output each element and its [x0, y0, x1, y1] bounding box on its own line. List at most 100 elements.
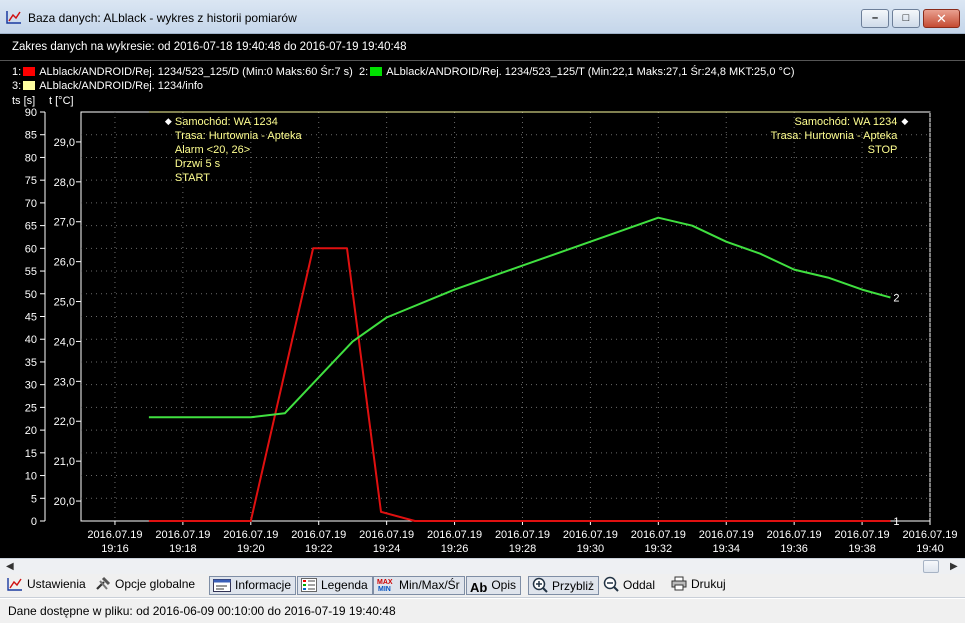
- svg-text:MAX: MAX: [377, 579, 393, 586]
- zoom-out-icon: [603, 576, 619, 592]
- x-axis-date-label: 2016.07.19: [902, 529, 957, 541]
- left-axis-tick-label: 15: [25, 448, 37, 460]
- x-axis-date-label: 2016.07.19: [835, 529, 890, 541]
- scroll-right-icon[interactable]: ▶: [950, 561, 958, 572]
- x-axis-date-label: 2016.07.19: [631, 529, 686, 541]
- settings-label: Ustawienia: [27, 577, 86, 591]
- start-annotation-line: START: [175, 172, 210, 184]
- x-axis-date-label: 2016.07.19: [87, 529, 142, 541]
- left-axis-tick-label: 45: [25, 312, 37, 324]
- left-axis-tick-label: 90: [25, 107, 37, 119]
- x-axis-date-label: 2016.07.19: [563, 529, 618, 541]
- x-axis-time-label: 19:30: [577, 543, 605, 555]
- minimize-button[interactable]: –: [861, 9, 889, 28]
- tools-icon: [96, 576, 111, 590]
- text-ab-icon: Ab: [470, 580, 488, 595]
- status-text: Dane dostępne w pliku: od 2016-06-09 00:…: [8, 604, 396, 618]
- right-axis-tick-label: 23,0: [54, 376, 75, 388]
- right-axis-tick-label: 28,0: [54, 177, 75, 189]
- left-axis-tick-label: 50: [25, 289, 37, 301]
- x-axis-date-label: 2016.07.19: [495, 529, 550, 541]
- x-axis-time-label: 19:36: [780, 543, 808, 555]
- start-annotation-line: Alarm <20, 26>: [175, 144, 250, 156]
- series-1-line: [148, 247, 891, 522]
- left-axis-tick-label: 65: [25, 221, 37, 233]
- left-axis-tick-label: 30: [25, 380, 37, 392]
- x-axis-date-label: 2016.07.19: [291, 529, 346, 541]
- info-label: Informacje: [235, 578, 292, 592]
- minmax-button[interactable]: MAX MIN Min/Max/Śr: [373, 576, 465, 595]
- minimize-icon: –: [871, 12, 879, 24]
- minmax-icon: MAXMIN: [377, 579, 393, 592]
- right-axis-tick-label: 24,0: [54, 336, 75, 348]
- x-axis-time-label: 19:22: [305, 543, 333, 555]
- horizontal-scrollbar[interactable]: ◀ ▶: [0, 558, 965, 574]
- svg-text:MIN: MIN: [378, 586, 391, 592]
- x-axis-time-label: 19:32: [645, 543, 673, 555]
- close-button[interactable]: ✕: [923, 9, 960, 28]
- x-axis-date-label: 2016.07.19: [359, 529, 414, 541]
- maximize-button[interactable]: □: [892, 9, 920, 28]
- settings-button[interactable]: Ustawienia: [4, 576, 90, 595]
- window-title: Baza danych: ALblack - wykres z historii…: [28, 11, 297, 25]
- x-axis-time-label: 19:18: [169, 543, 197, 555]
- x-axis-date-label: 2016.07.19: [223, 529, 278, 541]
- left-axis-tick-label: 5: [31, 493, 37, 505]
- series-end-label: 1: [893, 516, 899, 528]
- stop-annotation-line: Trasa: Hurtownia - Apteka: [771, 130, 899, 142]
- global-options-button[interactable]: Opcje globalne: [92, 576, 199, 595]
- left-axis-tick-label: 80: [25, 152, 37, 164]
- x-axis-time-label: 19:28: [509, 543, 537, 555]
- left-axis-tick-label: 35: [25, 357, 37, 369]
- x-axis-date-label: 2016.07.19: [155, 529, 210, 541]
- right-axis-tick-label: 21,0: [54, 456, 75, 468]
- info-window-icon: [213, 579, 231, 592]
- scroll-left-icon[interactable]: ◀: [6, 561, 14, 572]
- left-axis-tick-label: 20: [25, 425, 37, 437]
- right-axis-tick-label: 22,0: [54, 416, 75, 428]
- x-axis-time-label: 19:40: [916, 543, 944, 555]
- zoom-out-button[interactable]: Oddal: [600, 576, 659, 595]
- left-axis-tick-label: 75: [25, 175, 37, 187]
- start-annotation-line: Samochód: WA 1234: [175, 116, 278, 128]
- info-button[interactable]: Informacje: [209, 576, 297, 595]
- chart-svg[interactable]: 0 5 10 15 20 25 30 35 40 45 50 55 60 65 70 75 80 85 90 20,0…: [0, 34, 965, 558]
- x-axis-time-label: 19:38: [848, 543, 876, 555]
- x-axis-date-label: 2016.07.19: [427, 529, 482, 541]
- legend-label: Legenda: [321, 578, 368, 592]
- series-end-label: 2: [893, 293, 899, 305]
- left-axis-tick-label: 70: [25, 198, 37, 210]
- series-2-line: [148, 216, 891, 419]
- start-marker-icon: ◆: [165, 116, 172, 126]
- zoom-out-label: Oddal: [623, 578, 656, 592]
- left-axis-tick-label: 10: [25, 471, 37, 483]
- x-axis-time-label: 19:20: [237, 543, 265, 555]
- print-button[interactable]: Drukuj: [668, 576, 730, 595]
- zoom-in-button[interactable]: Przybliż: [528, 576, 600, 595]
- chart-app-icon: [6, 11, 21, 24]
- stop-annotation-line: STOP: [868, 144, 898, 156]
- description-button[interactable]: Ab Opis: [466, 576, 522, 595]
- legend-button[interactable]: Legenda: [297, 576, 373, 595]
- scroll-thumb[interactable]: [923, 560, 939, 573]
- maximize-icon: □: [902, 12, 910, 24]
- right-axis-tick-label: 20,0: [54, 496, 75, 508]
- right-axis-tick-label: 26,0: [54, 257, 75, 269]
- zoom-in-label: Przybliż: [552, 579, 595, 593]
- left-axis-tick-label: 60: [25, 243, 37, 255]
- stop-annotation-line: Samochód: WA 1234: [794, 116, 897, 128]
- title-bar: Baza danych: ALblack - wykres z historii…: [0, 0, 965, 34]
- left-axis-tick-label: 85: [25, 130, 37, 142]
- x-axis-time-label: 19:34: [712, 543, 740, 555]
- left-axis-tick-label: 25: [25, 402, 37, 414]
- zoom-in-icon: [532, 577, 548, 593]
- left-axis-tick-label: 55: [25, 266, 37, 278]
- start-annotation-line: Trasa: Hurtownia - Apteka: [175, 130, 303, 142]
- global-options-label: Opcje globalne: [115, 577, 196, 591]
- toolbar: Ustawienia Opcje globalne Informacje Leg…: [0, 574, 965, 598]
- x-axis-date-label: 2016.07.19: [767, 529, 822, 541]
- chart-settings-icon: [7, 578, 22, 591]
- right-axis-tick-label: 27,0: [54, 217, 75, 229]
- left-axis-tick-label: 0: [31, 516, 37, 528]
- start-annotation-line: Drzwi 5 s: [175, 158, 221, 170]
